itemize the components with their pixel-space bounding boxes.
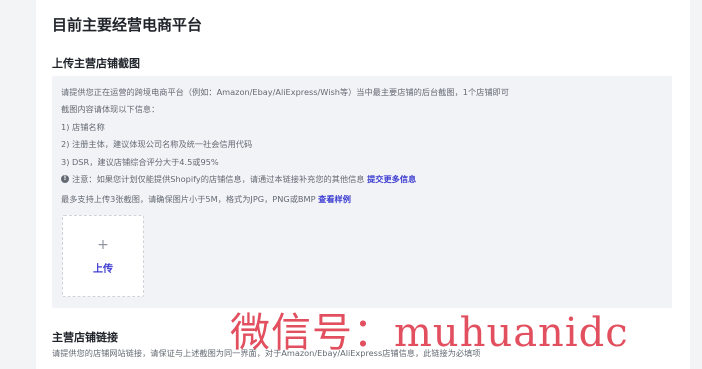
upload-label: 上传 — [93, 264, 113, 275]
limit-line: 最多支持上传3张截图，请确保图片小于5M，格式为JPG，PNG或BMP 查看样例 — [61, 193, 351, 205]
limit-text: 最多支持上传3张截图，请确保图片小于5M，格式为JPG，PNG或BMP — [61, 194, 316, 204]
view-example-link[interactable]: 查看样例 — [318, 194, 351, 204]
section-title: 目前主要经营电商平台 — [52, 16, 203, 34]
screenshot-info-box: 请提供您正在运营的跨境电商平台（例如：Amazon/Ebay/AliExpres… — [52, 76, 672, 308]
instruction-line-4: 2) 注册主体，建议体现公司名称及统一社会信用代码 — [61, 139, 253, 149]
notice-line: ! 注意：如果您计划仅能提供Shopify的店铺信息，请通过本链接补充您的其他信息… — [61, 173, 416, 185]
notice-text: 注意：如果您计划仅能提供Shopify的店铺信息，请通过本链接补充您的其他信息 — [72, 174, 365, 184]
upload-button[interactable]: + 上传 — [62, 215, 144, 297]
merchant-form-card: 目前主要经营电商平台 上传主营店铺截图 请提供您正在运营的跨境电商平台（例如：A… — [36, 0, 690, 369]
plus-icon: + — [97, 237, 109, 253]
instruction-line-2: 截图内容请体现以下信息： — [61, 104, 160, 114]
submit-more-info-link[interactable]: 提交更多信息 — [367, 174, 416, 184]
instruction-line-3: 1) 店铺名称 — [61, 122, 105, 132]
store-link-description: 请提供您的店铺网站链接，请保证与上述截图为同一界面，对于Amazon/Ebay/… — [52, 348, 481, 358]
store-link-title: 主营店铺链接 — [52, 331, 118, 344]
info-icon: ! — [61, 174, 69, 183]
screenshot-upload-title: 上传主营店铺截图 — [52, 57, 140, 70]
instruction-line-5: 3) DSR，建议店铺综合评分大于4.5或95% — [61, 157, 219, 167]
instruction-line-1: 请提供您正在运营的跨境电商平台（例如：Amazon/Ebay/AliExpres… — [61, 87, 509, 97]
